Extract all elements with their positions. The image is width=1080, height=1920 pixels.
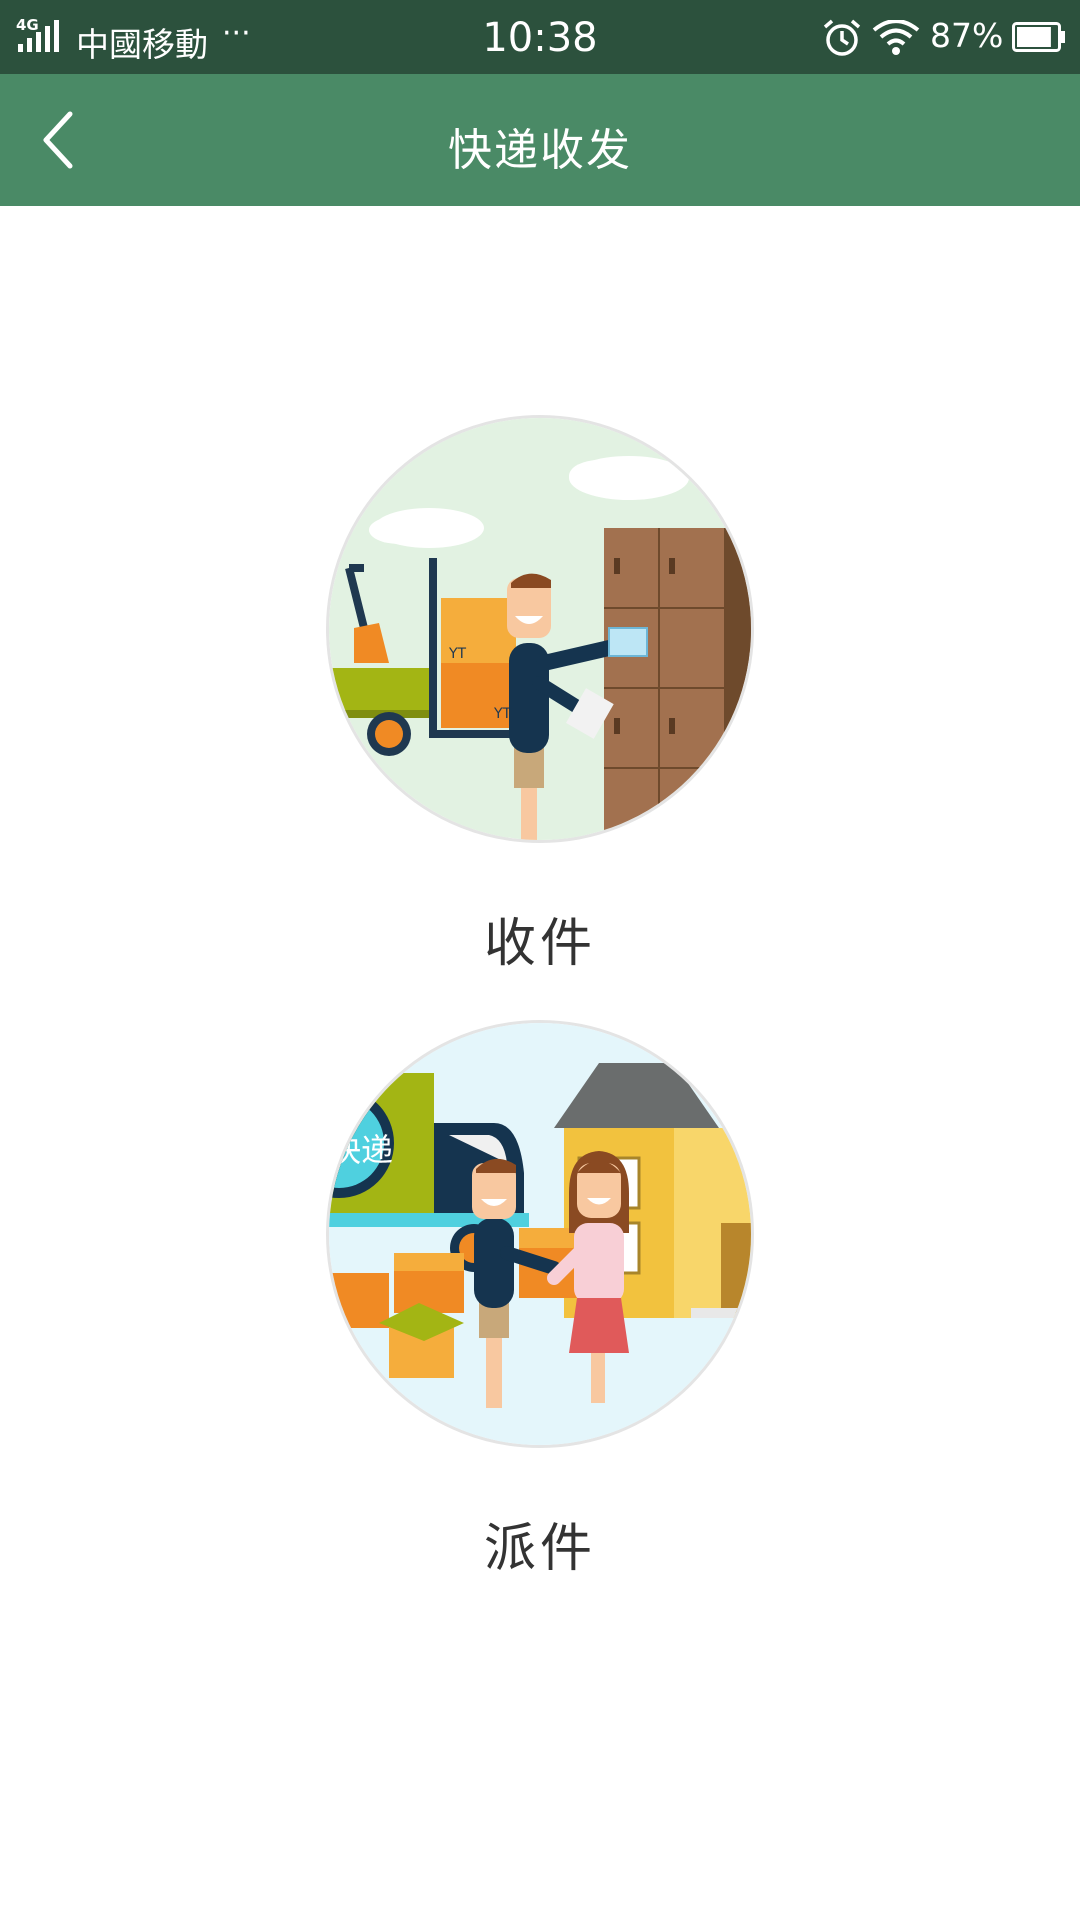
wifi-icon bbox=[872, 20, 920, 55]
svg-text:YT: YT bbox=[448, 646, 467, 662]
receive-option[interactable]: YT YT 收件 bbox=[325, 415, 755, 976]
locker-cabinet bbox=[604, 528, 751, 840]
battery-icon bbox=[1012, 22, 1065, 52]
dispatch-label: 派件 bbox=[483, 1519, 596, 1579]
truck-logo-text: 快递 bbox=[329, 1131, 393, 1169]
status-bar: 4G 中國移動 ··· 10:38 87% bbox=[0, 0, 1080, 74]
svg-text:YT: YT bbox=[493, 706, 512, 722]
app-bar: 快递收发 bbox=[0, 74, 1080, 206]
page-title: 快递收发 bbox=[448, 125, 632, 176]
receive-illustration[interactable]: YT YT bbox=[326, 415, 754, 843]
receive-label: 收件 bbox=[483, 914, 596, 974]
battery-percent: 87% bbox=[930, 16, 1004, 55]
dispatch-illustration[interactable]: 快递 bbox=[326, 1020, 754, 1448]
alarm-icon bbox=[823, 19, 861, 56]
dispatch-option[interactable]: 快递 派件 bbox=[325, 1020, 755, 1581]
